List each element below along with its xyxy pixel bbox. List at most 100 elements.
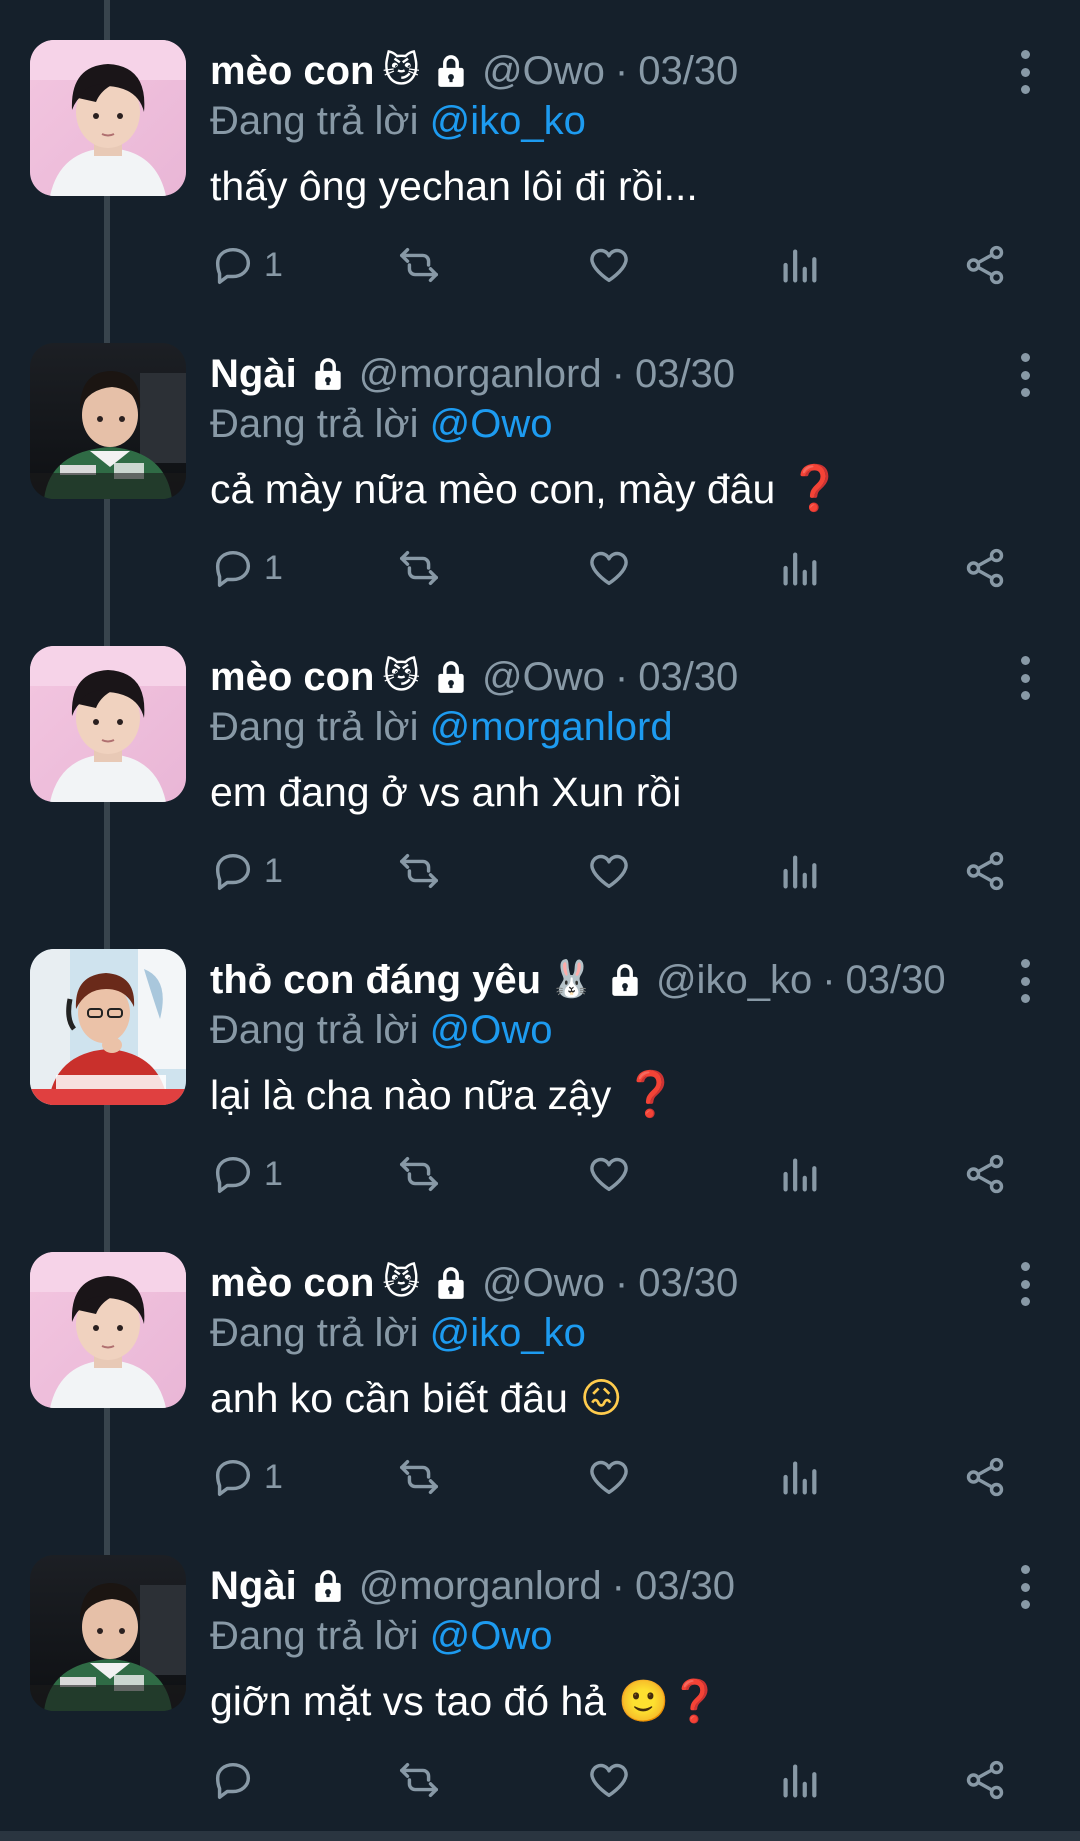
tweet[interactable]: Ngài @morganlord · 03/30 Đang trả lời @O… [0,303,1080,606]
tweet-text: lại là cha nào nữa zậy ❓ [210,1071,678,1119]
tweet-date[interactable]: 03/30 [846,957,946,1003]
tweet-actions: 1 [210,1151,1020,1197]
tweet-actions: 1 [210,1454,1020,1500]
heart-icon [590,1460,628,1495]
reply-icon [215,853,251,890]
display-name[interactable]: mèo con [210,1260,374,1306]
share-icon [966,1457,1004,1497]
tweet-date[interactable]: 03/30 [635,1563,735,1609]
reply-count: 1 [264,548,283,587]
analytics-button[interactable] [776,1151,822,1197]
like-button[interactable] [586,1757,632,1803]
reply-mention-link[interactable]: @iko_ko [430,1311,586,1355]
tweet[interactable]: mèo con 😼 @Owo · 03/30 Đang trả lời @iko… [0,1212,1080,1515]
share-button[interactable] [962,1757,1008,1803]
avatar[interactable] [30,343,186,499]
more-options-button[interactable] [1010,50,1040,94]
like-button[interactable] [586,1454,632,1500]
tweet-header: mèo con 😼 @Owo · 03/30 [210,1260,738,1306]
separator-dot: · [614,655,629,699]
share-button[interactable] [962,545,1008,591]
share-button[interactable] [962,242,1008,288]
tweet[interactable]: Ngài @morganlord · 03/30 Đang trả lời @O… [0,1515,1080,1818]
reply-icon [215,1156,251,1193]
analytics-icon [783,855,817,889]
tweet-actions [210,1757,1020,1803]
reply-button[interactable]: 1 [210,242,283,288]
user-handle[interactable]: @morganlord [359,351,602,397]
reply-button[interactable]: 1 [210,1151,283,1197]
avatar[interactable] [30,949,186,1105]
reply-button[interactable]: 1 [210,1454,283,1500]
user-handle[interactable]: @Owo [482,1260,605,1306]
analytics-button[interactable] [776,1757,822,1803]
retweet-button[interactable] [396,242,442,288]
tweet-date[interactable]: 03/30 [638,654,738,700]
reply-button[interactable] [210,1757,264,1803]
retweet-button[interactable] [396,848,442,894]
user-handle[interactable]: @iko_ko [656,957,812,1003]
tweet-text: cả mày nữa mèo con, mày đâu ❓ [210,465,842,513]
tweet-text: thấy ông yechan lôi đi rồi... [210,162,698,210]
reply-mention-link[interactable]: @iko_ko [430,99,586,143]
more-options-button[interactable] [1010,959,1040,1003]
separator-dot: · [822,958,836,1002]
retweet-button[interactable] [396,1757,442,1803]
share-button[interactable] [962,1454,1008,1500]
reply-mention-link[interactable]: @morganlord [430,705,673,749]
display-name[interactable]: mèo con [210,654,374,700]
reply-button[interactable]: 1 [210,848,283,894]
tweet-header: Ngài @morganlord · 03/30 [210,351,735,397]
more-options-button[interactable] [1010,1262,1040,1306]
analytics-button[interactable] [776,545,822,591]
user-handle[interactable]: @Owo [482,48,605,94]
retweet-button[interactable] [396,1151,442,1197]
avatar[interactable] [30,40,186,196]
reply-mention-link[interactable]: @Owo [430,1614,553,1658]
analytics-button[interactable] [776,1454,822,1500]
tweet-text-content: cả mày nữa mèo con, mày đâu [210,466,776,512]
more-options-button[interactable] [1010,353,1040,397]
user-handle[interactable]: @Owo [482,654,605,700]
user-handle[interactable]: @morganlord [359,1563,602,1609]
display-name[interactable]: mèo con [210,48,374,94]
like-button[interactable] [586,848,632,894]
tweet[interactable]: mèo con 😼 @Owo · 03/30 Đang trả lời @iko… [0,0,1080,303]
analytics-button[interactable] [776,848,822,894]
share-icon [966,245,1004,285]
reply-button[interactable]: 1 [210,545,283,591]
lock-icon [315,358,341,390]
like-button[interactable] [586,242,632,288]
replying-label: Đang trả lời [210,1311,419,1355]
tweet[interactable]: mèo con 😼 @Owo · 03/30 Đang trả lời @mor… [0,606,1080,909]
like-button[interactable] [586,1151,632,1197]
more-options-button[interactable] [1010,656,1040,700]
reply-mention-link[interactable]: @Owo [430,1008,553,1052]
replying-label: Đang trả lời [210,1008,419,1052]
share-button[interactable] [962,1151,1008,1197]
replying-to: Đang trả lời @iko_ko [210,98,586,144]
tweet-date[interactable]: 03/30 [638,48,738,94]
heart-icon [590,1157,628,1192]
replying-to: Đang trả lời @iko_ko [210,1310,586,1356]
avatar[interactable] [30,1555,186,1711]
tweet[interactable]: thỏ con đáng yêu 🐰 @iko_ko · 03/30 Đang … [0,909,1080,1212]
display-name[interactable]: Ngài [210,351,297,397]
tweet-text: anh ko cần biết đâu 😖 [210,1374,623,1422]
avatar[interactable] [30,646,186,802]
share-button[interactable] [962,848,1008,894]
replying-to: Đang trả lời @Owo [210,1613,553,1659]
analytics-button[interactable] [776,242,822,288]
reply-mention-link[interactable]: @Owo [430,402,553,446]
like-button[interactable] [586,545,632,591]
tweet-date[interactable]: 03/30 [635,351,735,397]
retweet-button[interactable] [396,545,442,591]
display-name[interactable]: Ngài [210,1563,297,1609]
more-options-button[interactable] [1010,1565,1040,1609]
retweet-icon [400,247,438,283]
display-name[interactable]: thỏ con đáng yêu [210,957,541,1003]
tweet-date[interactable]: 03/30 [638,1260,738,1306]
avatar[interactable] [30,1252,186,1408]
analytics-icon [783,1461,817,1495]
retweet-button[interactable] [396,1454,442,1500]
